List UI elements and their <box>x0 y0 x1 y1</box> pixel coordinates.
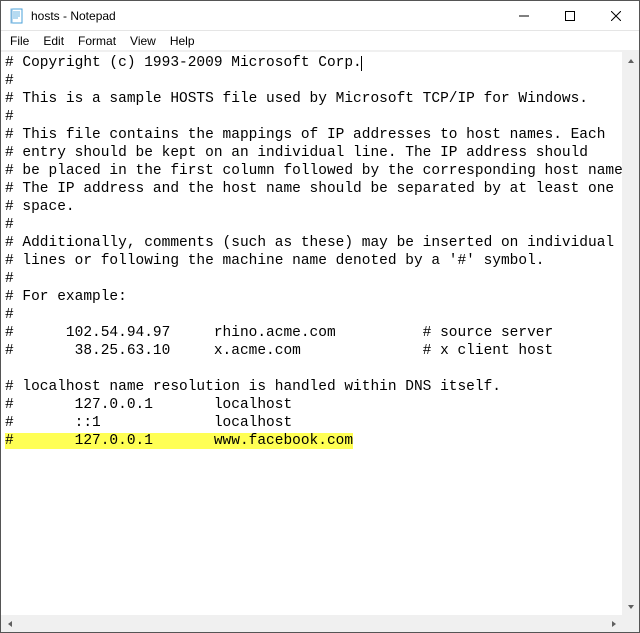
text-line: # entry should be kept on an individual … <box>5 145 588 161</box>
text-line: # For example: <box>5 289 127 305</box>
notepad-icon <box>9 8 25 24</box>
titlebar[interactable]: hosts - Notepad <box>1 1 639 31</box>
text-line: # <box>5 109 14 125</box>
horizontal-scrollbar[interactable] <box>1 615 622 632</box>
window-title: hosts - Notepad <box>31 9 501 23</box>
text-line: # 127.0.0.1 localhost <box>5 397 292 413</box>
text-line: # ::1 localhost <box>5 415 292 431</box>
highlighted-line: # 127.0.0.1 www.facebook.com <box>5 433 353 449</box>
text-line: # lines or following the machine name de… <box>5 253 545 269</box>
text-line: # <box>5 217 14 233</box>
minimize-button[interactable] <box>501 1 547 30</box>
editor-area: # Copyright (c) 1993-2009 Microsoft Corp… <box>1 51 639 632</box>
scroll-up-icon[interactable] <box>622 52 639 69</box>
menu-format[interactable]: Format <box>71 33 123 49</box>
text-caret <box>361 56 362 71</box>
vertical-scrollbar[interactable] <box>622 52 639 615</box>
text-line: # <box>5 307 14 323</box>
scroll-right-icon[interactable] <box>605 615 622 632</box>
menu-file[interactable]: File <box>3 33 36 49</box>
text-editor[interactable]: # Copyright (c) 1993-2009 Microsoft Corp… <box>1 52 622 615</box>
text-line: # 38.25.63.10 x.acme.com # x client host <box>5 343 553 359</box>
text-line: # <box>5 73 14 89</box>
maximize-button[interactable] <box>547 1 593 30</box>
text-line: # space. <box>5 199 75 215</box>
text-line: # <box>5 271 14 287</box>
window-controls <box>501 1 639 30</box>
text-line: # Copyright (c) 1993-2009 Microsoft Corp… <box>5 55 362 71</box>
text-line: # The IP address and the host name shoul… <box>5 181 614 197</box>
scroll-left-icon[interactable] <box>1 615 18 632</box>
menu-view[interactable]: View <box>123 33 163 49</box>
close-button[interactable] <box>593 1 639 30</box>
scroll-down-icon[interactable] <box>622 598 639 615</box>
menu-help[interactable]: Help <box>163 33 202 49</box>
menubar: File Edit Format View Help <box>1 31 639 51</box>
notepad-window: hosts - Notepad File Edit Format View He… <box>0 0 640 633</box>
text-line: # localhost name resolution is handled w… <box>5 379 501 395</box>
scrollbar-corner <box>622 615 639 632</box>
text-line: # This file contains the mappings of IP … <box>5 127 605 143</box>
text-line: # 102.54.94.97 rhino.acme.com # source s… <box>5 325 553 341</box>
text-line: # This is a sample HOSTS file used by Mi… <box>5 91 588 107</box>
text-line: # Additionally, comments (such as these)… <box>5 235 614 251</box>
text-line: # be placed in the first column followed… <box>5 163 622 179</box>
menu-edit[interactable]: Edit <box>36 33 71 49</box>
